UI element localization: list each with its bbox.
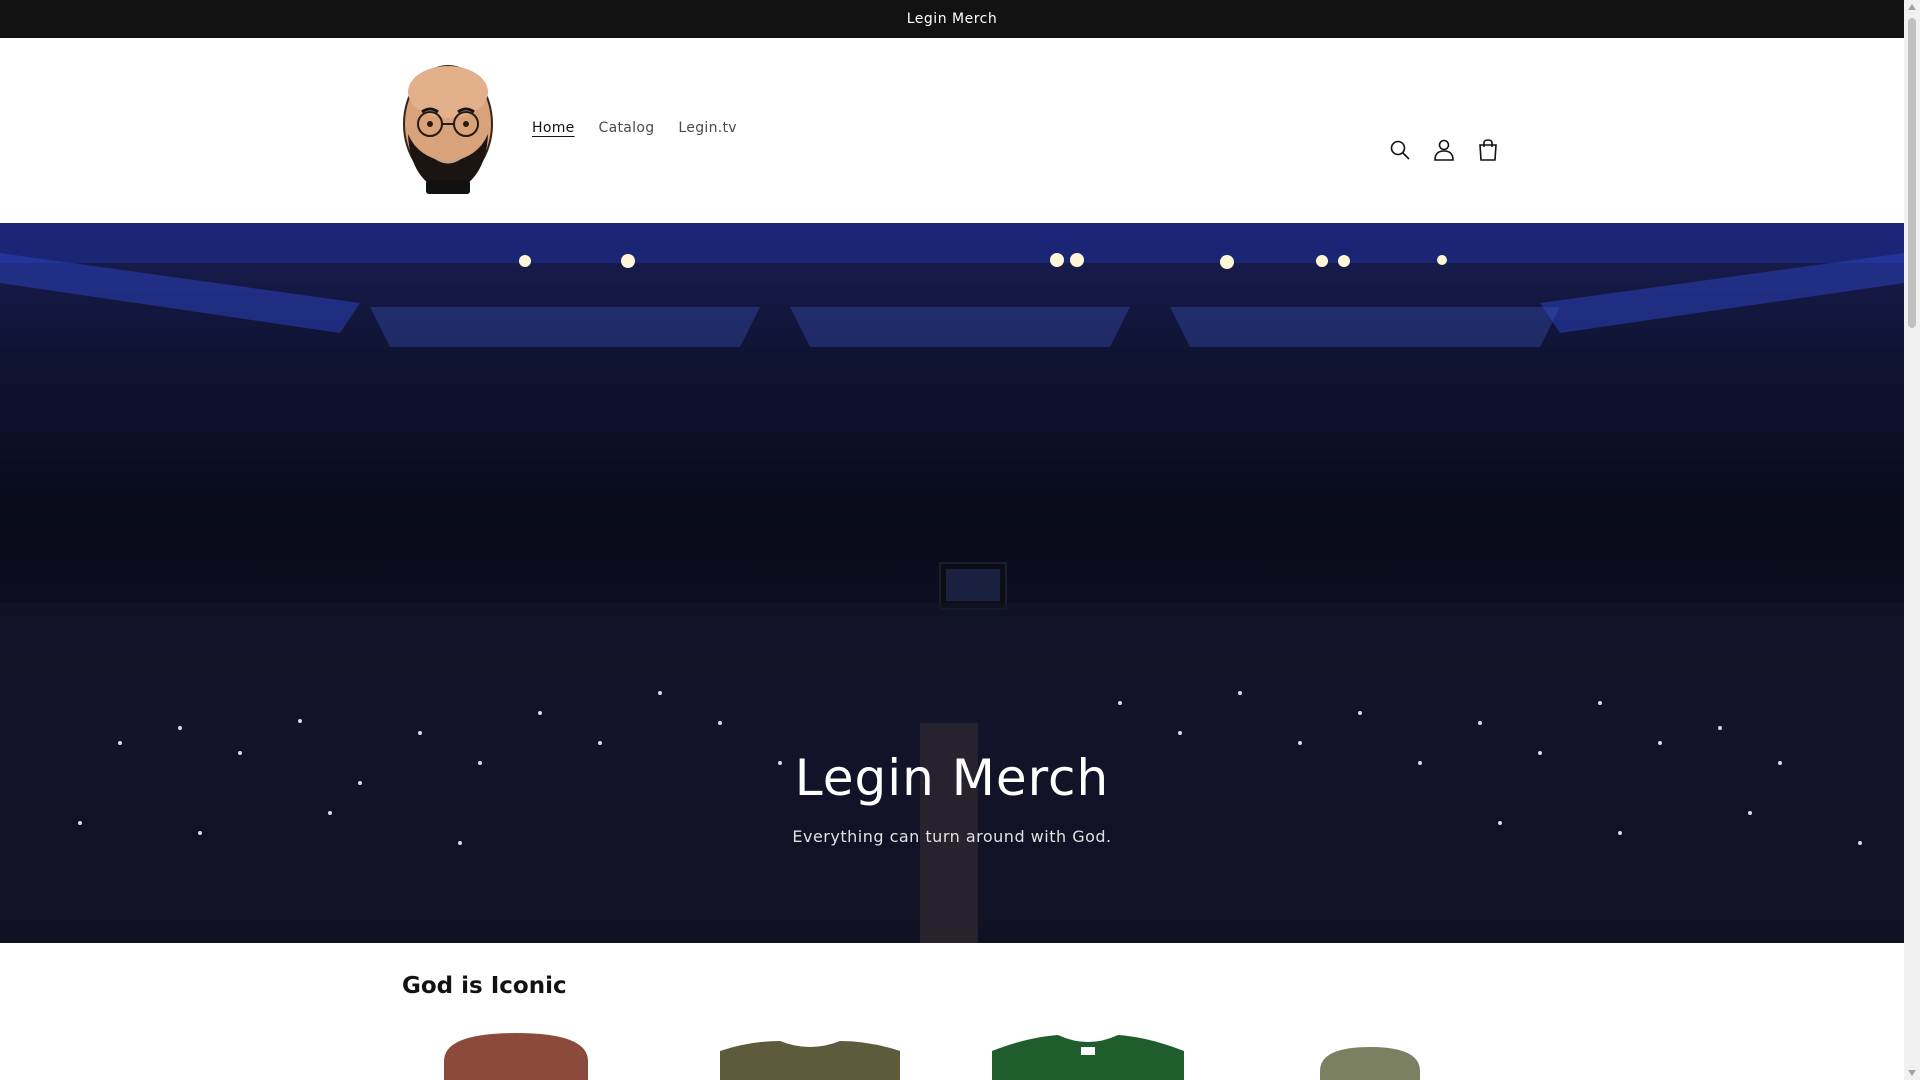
logo-face-icon bbox=[403, 65, 493, 194]
featured-collection: God is Iconic bbox=[0, 943, 1904, 1080]
product-image bbox=[720, 1041, 900, 1080]
search-icon[interactable] bbox=[1388, 138, 1412, 162]
nav-legin-tv[interactable]: Legin.tv bbox=[678, 120, 736, 136]
site-header: Home Catalog Legin.tv bbox=[0, 38, 1904, 223]
nav-home[interactable]: Home bbox=[532, 120, 575, 136]
account-icon[interactable] bbox=[1432, 138, 1456, 162]
nav-catalog[interactable]: Catalog bbox=[599, 120, 655, 136]
logo[interactable] bbox=[400, 62, 496, 198]
scroll-down-icon[interactable] bbox=[1908, 1070, 1916, 1076]
product-image bbox=[444, 1033, 588, 1080]
hero-title: Legin Merch bbox=[794, 749, 1110, 807]
hero-banner: Legin Merch Everything can turn around w… bbox=[0, 223, 1904, 943]
main-nav: Home Catalog Legin.tv bbox=[532, 120, 737, 136]
header-icons bbox=[1388, 138, 1500, 162]
collection-title: God is Iconic bbox=[402, 973, 567, 999]
announcement-bar: Legin Merch bbox=[0, 0, 1904, 38]
product-image bbox=[992, 1035, 1184, 1080]
announcement-text: Legin Merch bbox=[906, 11, 998, 27]
product-card[interactable] bbox=[1300, 1031, 1500, 1080]
product-card[interactable] bbox=[430, 1031, 630, 1080]
product-card[interactable] bbox=[988, 1031, 1188, 1080]
product-card[interactable] bbox=[710, 1031, 910, 1080]
scrollbar-thumb[interactable] bbox=[1908, 18, 1916, 328]
hero-subtitle: Everything can turn around with God. bbox=[792, 827, 1112, 846]
page-scrollbar[interactable] bbox=[1904, 0, 1920, 1080]
product-image bbox=[1320, 1047, 1420, 1080]
scroll-up-icon[interactable] bbox=[1908, 4, 1916, 10]
cart-icon[interactable] bbox=[1476, 138, 1500, 162]
